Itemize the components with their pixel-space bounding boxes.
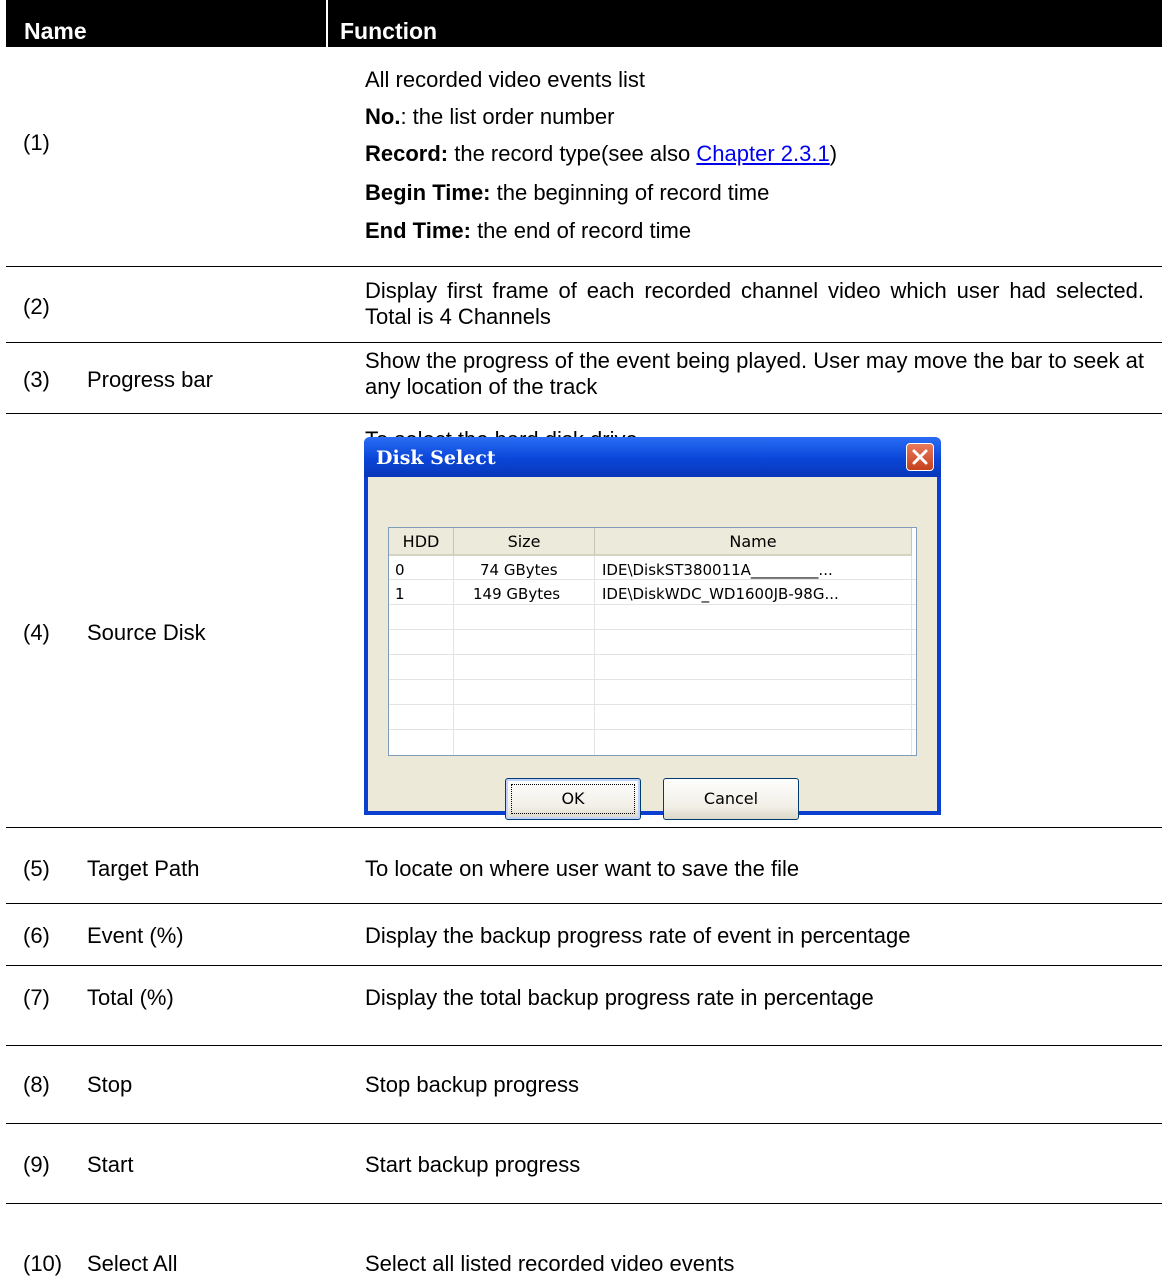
grid-line [389, 629, 916, 630]
disk-list[interactable]: HDD Size Name 0 74 GBytes IDE\DiskST3800… [388, 527, 917, 756]
disk-hdd[interactable]: 0 [395, 561, 405, 579]
chapter-link[interactable]: Chapter 2.3.1 [696, 141, 829, 166]
row-function: Select all listed recorded video events [365, 1251, 735, 1276]
grid-line [389, 604, 916, 605]
row-name: Event (%) [87, 923, 184, 948]
disk-name: IDE\DiskWDC_WD1600JB-98G... [602, 585, 839, 603]
cancel-button[interactable]: Cancel [663, 778, 799, 820]
row-number: (2) [23, 294, 50, 319]
ok-button[interactable]: OK [505, 778, 641, 820]
header-divider [326, 0, 328, 47]
grid-line [389, 729, 916, 730]
table-row: (6) Event (%) Display the backup progres… [6, 904, 1162, 966]
disk-size: 74 GBytes [480, 561, 558, 579]
row-number: (4) [23, 620, 50, 645]
row-name: Total (%) [87, 985, 174, 1010]
focus-ring [511, 784, 635, 814]
row-number: (1) [23, 130, 50, 155]
cancel-label: Cancel [703, 789, 759, 808]
table-row: (1) All recorded video events list No.: … [6, 47, 1162, 267]
close-button[interactable] [906, 443, 934, 471]
table-row: (2) Display first frame of each recorded… [6, 267, 1162, 343]
grid-line [389, 704, 916, 705]
row-number: (6) [23, 923, 50, 948]
function-line: Record: the record type(see also Chapter… [365, 141, 838, 166]
grid-line [594, 556, 595, 755]
function-line: All recorded video events list [365, 67, 646, 92]
table-row: (5) Target Path To locate on where user … [6, 828, 1162, 904]
row-function: To locate on where user want to save the… [365, 856, 800, 881]
table-row: (7) Total (%) Display the total backup p… [6, 966, 1162, 1046]
row-number: (5) [23, 856, 50, 881]
function-line: Begin Time: the beginning of record time [365, 180, 770, 205]
table-row: (8) Stop Stop backup progress [6, 1046, 1162, 1124]
disk-size: 149 GBytes [473, 585, 561, 603]
row-name: Progress bar [87, 367, 213, 392]
row-number: (7) [23, 985, 50, 1010]
function-line: No.: the list order number [365, 104, 615, 129]
table-row: (10) Select All Select all listed record… [6, 1204, 1162, 1287]
table-row: (9) Start Start backup progress [6, 1124, 1162, 1204]
row-function: Display the backup progress rate of even… [365, 923, 911, 948]
table-header: Name Function [6, 0, 1162, 47]
row-function: Display first frame of each recorded cha… [365, 278, 1144, 329]
row-number: (3) [23, 367, 50, 392]
dialog-titlebar: Disk Select [364, 437, 941, 477]
row-name: Source Disk [87, 620, 206, 645]
dialog-body: HDD Size Name 0 74 GBytes IDE\DiskST3800… [368, 477, 937, 820]
grid-line [453, 556, 454, 755]
column-header-hdd[interactable]: HDD [389, 528, 454, 556]
dialog-title: Disk Select [376, 447, 496, 469]
grid-line [389, 679, 916, 680]
grid-line [389, 654, 916, 655]
row-function: Start backup progress [365, 1152, 581, 1177]
function-line: End Time: the end of record time [365, 218, 692, 243]
grid-line [389, 579, 916, 580]
row-function: Stop backup progress [365, 1072, 580, 1097]
row-name: Stop [87, 1072, 133, 1097]
row-function: Show the progress of the event being pla… [365, 348, 1144, 399]
close-icon [912, 449, 928, 465]
disk-name: IDE\DiskST380011A_________... [602, 561, 833, 579]
grid-line [911, 556, 912, 755]
column-header-size[interactable]: Size [454, 528, 595, 556]
row-name: Select All [87, 1251, 178, 1276]
row-number: (9) [23, 1152, 50, 1177]
disk-hdd[interactable]: 1 [395, 585, 405, 603]
header-name: Name [24, 18, 87, 44]
row-function: Display the total backup progress rate i… [365, 985, 874, 1010]
row-number: (10) [23, 1251, 63, 1276]
table-row: (3) Progress bar Show the progress of th… [6, 343, 1162, 414]
row-name: Target Path [87, 856, 200, 881]
column-header-name[interactable]: Name [595, 528, 912, 556]
row-name: Start [87, 1152, 134, 1177]
header-function: Function [340, 18, 438, 44]
row-number: (8) [23, 1072, 50, 1097]
disk-select-dialog: Disk Select HDD Size Name 0 74 GBytes ID… [364, 437, 941, 820]
